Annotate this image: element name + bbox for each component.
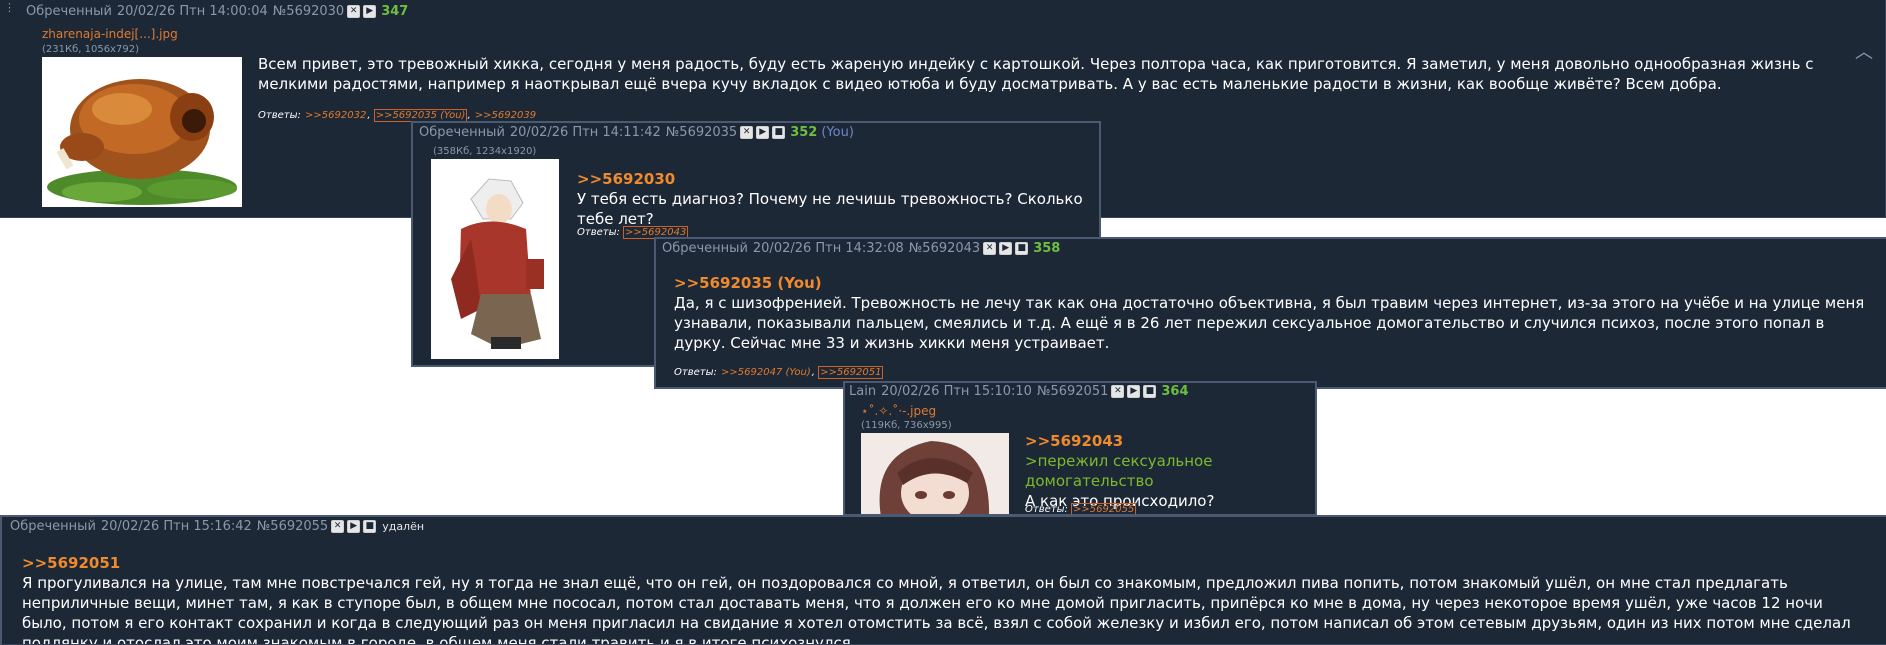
scroll-up-icon[interactable]: ︿ bbox=[1855, 38, 1873, 64]
replies-label: Ответы: bbox=[577, 227, 620, 238]
post-message: >>5692051 Я прогуливался на улице, там м… bbox=[22, 553, 1872, 645]
file-info: (358Кб, 1234x1920) bbox=[433, 146, 537, 157]
roast-turkey-image[interactable] bbox=[42, 57, 242, 207]
post-message: >>5692035 (You) Да, я с шизофренией. Тре… bbox=[674, 273, 1874, 353]
file-info: (231Кб, 1056x792) bbox=[42, 44, 139, 55]
post-number[interactable]: №5692030 bbox=[273, 4, 344, 19]
post-replies: Ответы: >>5692047 (You), >>5692051 bbox=[674, 366, 884, 379]
stop-icon[interactable]: ■ bbox=[772, 126, 786, 139]
quote-link[interactable]: >>5692030 bbox=[577, 169, 1087, 189]
stop-icon[interactable]: ■ bbox=[1015, 242, 1029, 255]
replies-label: Ответы: bbox=[258, 110, 301, 121]
quote-link[interactable]: >>5692043 bbox=[1025, 431, 1305, 451]
post-menu-dots[interactable]: ⋮ bbox=[4, 1, 15, 14]
post-header: Обреченный 20/02/26 Птн 14:32:08 №569204… bbox=[662, 241, 1060, 256]
reply-link[interactable]: >>5692047 (You) bbox=[720, 367, 812, 378]
post-author: Обреченный bbox=[26, 4, 112, 19]
post-replies: Ответы: >>5692032, >>5692035 (You), >>56… bbox=[258, 109, 537, 122]
post-header: Lain 20/02/26 Птн 15:10:10 №5692051 ✕ ▶ … bbox=[849, 384, 1189, 399]
play-icon[interactable]: ▶ bbox=[1127, 385, 1141, 398]
post-number[interactable]: №5692055 bbox=[257, 519, 328, 534]
delete-icon[interactable]: ✕ bbox=[983, 242, 997, 255]
quote-link[interactable]: >>5692035 (You) bbox=[674, 273, 1874, 293]
post-message: Всем привет, это тревожный хикка, сегодн… bbox=[258, 55, 1814, 93]
reply-link[interactable]: >>5692051 bbox=[818, 366, 884, 379]
anime-portrait-image[interactable] bbox=[861, 433, 1009, 514]
post-header: Обреченный 20/02/26 Птн 14:11:42 №569203… bbox=[419, 125, 854, 140]
post-count: 358 bbox=[1033, 241, 1061, 256]
delete-icon[interactable]: ✕ bbox=[740, 126, 754, 139]
post-5692043: Обреченный 20/02/26 Птн 14:32:08 №569204… bbox=[654, 237, 1886, 389]
post-date: 20/02/26 Птн 14:11:42 bbox=[509, 125, 661, 140]
play-icon[interactable]: ▶ bbox=[363, 5, 377, 18]
quote-link[interactable]: >>5692051 bbox=[22, 553, 1872, 573]
play-icon[interactable]: ▶ bbox=[756, 126, 770, 139]
greentext: >пережил сексуальное домогательство bbox=[1025, 452, 1213, 490]
post-count: 352 bbox=[790, 125, 818, 140]
post-author: Обреченный bbox=[10, 519, 96, 534]
delete-icon[interactable]: ✕ bbox=[347, 5, 361, 18]
message-text: У тебя есть диагноз? Почему не лечишь тр… bbox=[577, 190, 1083, 228]
post-date: 20/02/26 Птн 14:00:04 bbox=[116, 4, 268, 19]
you-marker: (You) bbox=[821, 125, 854, 140]
message-text: Да, я с шизофренией. Тревожность не лечу… bbox=[674, 294, 1865, 352]
reply-link[interactable]: >>5692039 bbox=[474, 110, 537, 121]
reply-link[interactable]: >>5692032 bbox=[304, 110, 367, 121]
delete-icon[interactable]: ✕ bbox=[1111, 385, 1125, 398]
post-5692055: Обреченный 20/02/26 Птн 15:16:42 №569205… bbox=[0, 515, 1886, 645]
post-author: Обреченный bbox=[662, 241, 748, 256]
stop-icon[interactable]: ■ bbox=[363, 520, 377, 533]
post-count: 364 bbox=[1161, 384, 1189, 399]
post-message: >>5692043 >пережил сексуальное домогател… bbox=[1025, 431, 1305, 511]
play-icon[interactable]: ▶ bbox=[347, 520, 361, 533]
post-date: 20/02/26 Птн 15:10:10 bbox=[881, 384, 1032, 399]
post-number[interactable]: №5692051 bbox=[1037, 384, 1108, 399]
message-text: Я прогуливался на улице, там мне повстре… bbox=[22, 574, 1851, 645]
stop-icon[interactable]: ■ bbox=[1143, 385, 1157, 398]
post-header: Обреченный 20/02/26 Птн 14:00:04 №569203… bbox=[26, 4, 408, 19]
file-name[interactable]: ⋆˚.✧.˚·-.jpeg bbox=[861, 404, 936, 418]
file-info: (119Кб, 736x995) bbox=[861, 420, 952, 431]
post-number[interactable]: №5692043 bbox=[909, 241, 980, 256]
file-name[interactable]: zharenaja-indej[...].jpg bbox=[42, 27, 178, 41]
delete-icon[interactable]: ✕ bbox=[331, 520, 345, 533]
replies-label: Ответы: bbox=[674, 367, 717, 378]
post-number[interactable]: №5692035 bbox=[666, 125, 737, 140]
post-header: Обреченный 20/02/26 Птн 15:16:42 №569205… bbox=[10, 519, 424, 534]
post-5692051: Lain 20/02/26 Птн 15:10:10 №5692051 ✕ ▶ … bbox=[843, 381, 1317, 516]
post-count: 347 bbox=[381, 4, 409, 19]
post-message: >>5692030 У тебя есть диагноз? Почему не… bbox=[577, 169, 1087, 229]
post-replies: Ответы: >>5692055 bbox=[1025, 503, 1137, 515]
post-author: Обреченный bbox=[419, 125, 505, 140]
replies-label: Ответы: bbox=[1025, 504, 1068, 515]
post-date: 20/02/26 Птн 14:32:08 bbox=[752, 241, 904, 256]
deleted-status: удалён bbox=[382, 520, 425, 533]
anime-character-image[interactable] bbox=[431, 159, 559, 359]
post-date: 20/02/26 Птн 15:16:42 bbox=[100, 519, 252, 534]
play-icon[interactable]: ▶ bbox=[999, 242, 1013, 255]
post-author: Lain bbox=[849, 384, 877, 399]
